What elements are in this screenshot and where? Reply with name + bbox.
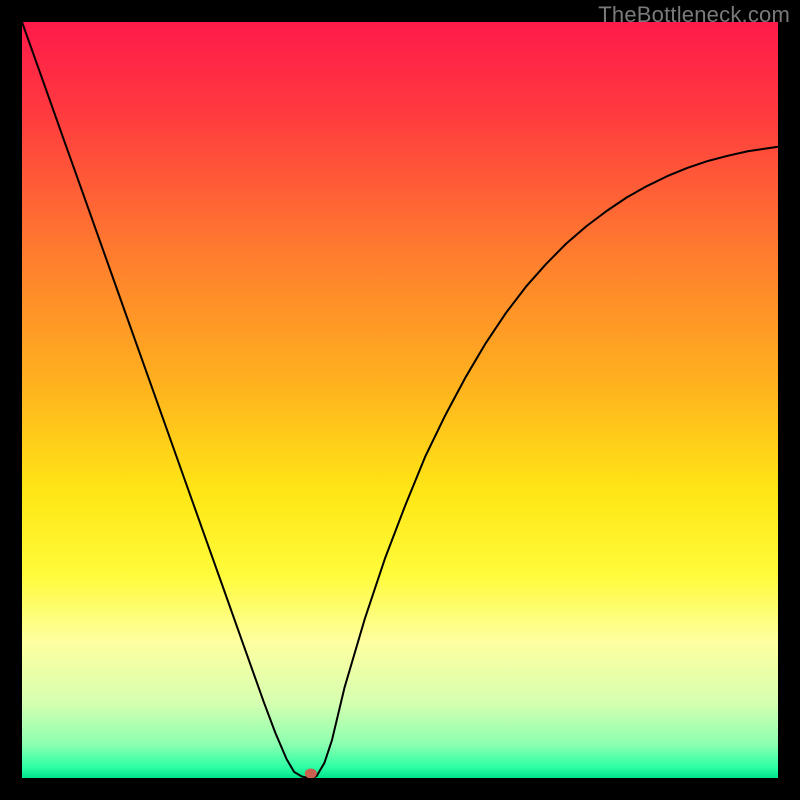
bottleneck-chart	[22, 22, 778, 778]
chart-frame	[22, 22, 778, 778]
chart-background	[22, 22, 778, 778]
optimal-point-marker	[305, 768, 317, 778]
